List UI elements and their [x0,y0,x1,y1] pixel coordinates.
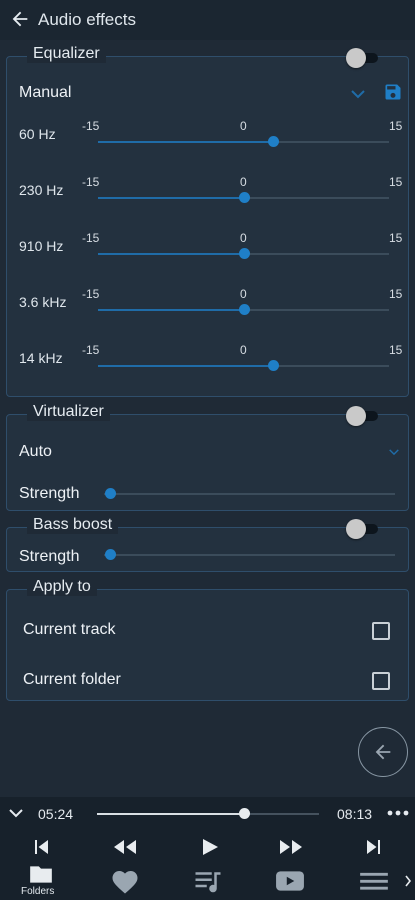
scale-min-label: -15 [82,175,100,189]
slider-thumb[interactable] [238,248,250,259]
band-slider[interactable] [98,360,389,371]
virtualizer-strength-label: Strength [19,485,80,502]
video-icon[interactable] [275,867,305,895]
apply-current-track-label[interactable]: Current track [23,621,115,639]
slider-fill [98,197,244,199]
folder-icon[interactable] [28,863,54,885]
slider-thumb[interactable] [267,360,279,371]
chevron-down-icon[interactable] [8,806,24,820]
slider-fill [98,253,244,255]
virtualizer-strength-slider[interactable] [104,488,395,499]
arrow-left-icon [375,744,391,760]
back-arrow-icon[interactable] [9,8,31,30]
floating-back-button[interactable] [358,727,408,777]
scale-max-label: 15 [389,231,403,245]
total-time: 08:13 [337,806,373,822]
equalizer-title: Equalizer [27,45,106,63]
equalizer-panel: Equalizer Manual 60 Hz -15 0 15 230 Hz -15 0 15… [6,45,409,397]
scale-max-label: 15 [389,119,403,133]
top-bar: Audio effects [0,0,415,40]
equalizer-toggle[interactable] [346,48,380,68]
apply-to-panel: Apply to Current track Current folder [6,578,409,701]
virtualizer-toggle[interactable] [346,406,380,426]
slider-thumb[interactable] [238,192,250,203]
bass-boost-strength-slider[interactable] [104,549,395,560]
band-slider[interactable] [98,304,389,315]
band-slider[interactable] [98,136,389,147]
slider-thumb[interactable] [267,136,279,147]
scale-mid-label: 0 [240,231,247,245]
bass-boost-toggle[interactable] [346,519,380,539]
seek-thumb[interactable] [238,808,250,819]
favorites-heart-icon[interactable] [110,867,140,895]
chevron-down-icon[interactable] [351,89,365,99]
slider-thumb[interactable] [105,488,116,499]
scale-min-label: -15 [82,119,100,133]
play-icon[interactable] [197,835,221,859]
virtualizer-title: Virtualizer [27,403,110,421]
mini-player: 05:24 08:13 Folders [0,797,415,900]
slider-fill [98,365,273,367]
seek-bar[interactable] [97,808,319,819]
bass-boost-title: Bass boost [27,516,119,534]
band-label: 14 kHz [19,350,63,366]
save-icon[interactable] [383,82,403,102]
virtualizer-panel: Virtualizer Auto Strength [6,403,409,511]
slider-fill [98,141,273,143]
rewind-icon[interactable] [111,835,139,859]
chevron-down-icon[interactable] [389,448,399,456]
apply-current-folder-checkbox[interactable] [372,672,390,690]
bass-boost-strength-label: Strength [19,548,80,565]
scale-min-label: -15 [82,287,100,301]
scale-mid-label: 0 [240,175,247,189]
scale-min-label: -15 [82,343,100,357]
nav-folders-label[interactable]: Folders [21,886,54,897]
seek-fill [97,813,244,815]
bass-boost-panel: Bass boost Strength [6,516,409,572]
skip-next-icon[interactable] [362,835,386,859]
scale-max-label: 15 [389,175,403,189]
playlist-icon[interactable] [193,867,223,895]
scale-mid-label: 0 [240,287,247,301]
band-label: 230 Hz [19,182,64,198]
band-slider[interactable] [98,192,389,203]
fast-forward-icon[interactable] [277,835,305,859]
slider-thumb[interactable] [105,549,116,560]
scale-min-label: -15 [82,231,100,245]
band-label: 60 Hz [19,126,56,142]
more-options-icon[interactable] [387,809,409,817]
apply-to-title: Apply to [27,578,97,596]
virtualizer-mode-value[interactable]: Auto [19,443,52,461]
equalizer-preset-value[interactable]: Manual [19,84,71,102]
band-slider[interactable] [98,248,389,259]
skip-previous-icon[interactable] [29,835,53,859]
band-label: 3.6 kHz [19,294,67,310]
slider-fill [98,309,244,311]
scale-mid-label: 0 [240,119,247,133]
elapsed-time: 05:24 [38,806,74,822]
scale-max-label: 15 [389,343,403,357]
scale-mid-label: 0 [240,343,247,357]
chevron-right-icon[interactable] [404,875,412,887]
slider-thumb[interactable] [238,304,250,315]
band-label: 910 Hz [19,238,64,254]
apply-current-track-checkbox[interactable] [372,622,390,640]
scale-max-label: 15 [389,287,403,301]
menu-icon[interactable] [359,867,389,895]
page-title: Audio effects [38,10,136,29]
apply-current-folder-label[interactable]: Current folder [23,671,121,689]
